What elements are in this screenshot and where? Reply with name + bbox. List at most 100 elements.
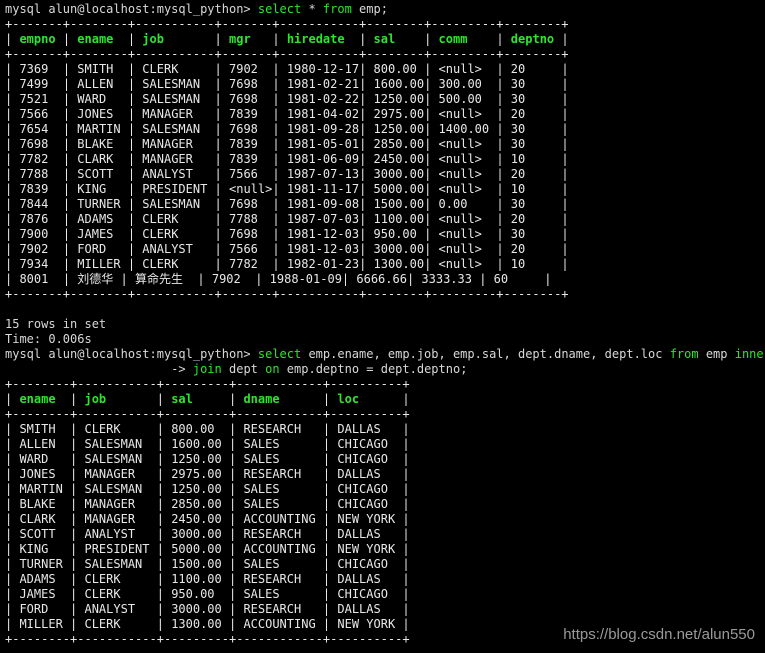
table-border: | xyxy=(5,572,20,586)
table-header-separator: +-------+--------+-----------+-------+--… xyxy=(5,47,765,62)
table-border: | xyxy=(127,107,143,121)
table-border: | xyxy=(70,497,85,511)
table-cell: 1982-01-23 xyxy=(286,257,360,271)
table-cell: KING xyxy=(77,182,128,196)
table-border: | xyxy=(402,572,410,586)
table-border: | xyxy=(70,467,85,481)
table-cell: SALESMAN xyxy=(84,452,157,466)
table-border: | xyxy=(496,152,511,166)
table-border: | xyxy=(127,182,143,196)
table-border: | xyxy=(272,182,287,196)
sql-text: emp.ename, emp.job, emp.sal, dept.dname,… xyxy=(301,347,670,361)
table-cell: 7788 xyxy=(229,212,273,226)
table-cell: SALESMAN xyxy=(142,92,215,106)
sql-text: emp.deptno = dept.deptno; xyxy=(279,362,468,376)
table-border: | xyxy=(496,137,511,151)
query-time: Time: 0.006s xyxy=(5,332,92,346)
table-border: | xyxy=(341,272,357,286)
table-cell: 10 xyxy=(510,152,562,166)
table-row: | 7499 | ALLEN | SALESMAN | 7698 | 1981-… xyxy=(5,77,765,92)
table-border: | xyxy=(402,452,410,466)
table-border: | xyxy=(496,227,511,241)
column-header: hiredate xyxy=(286,32,360,46)
table-border: | xyxy=(70,572,85,586)
table-border: | xyxy=(272,107,287,121)
table-border: | xyxy=(62,122,78,136)
table-border: | xyxy=(62,257,78,271)
table-cell: <null> xyxy=(438,137,497,151)
sql-text: * xyxy=(301,2,323,16)
table-border: | xyxy=(62,182,78,196)
table-cell: SCOTT xyxy=(19,527,71,541)
table-cell: 20 xyxy=(510,242,562,256)
table-cell: <null> xyxy=(438,62,497,76)
table-cell: 7902 xyxy=(229,62,273,76)
sql-keyword: join xyxy=(192,362,222,376)
table-border: | xyxy=(120,272,135,286)
table-cell: CHICAGO xyxy=(337,452,403,466)
table-border: | xyxy=(127,122,143,136)
sql-keyword: select xyxy=(257,347,302,361)
row-count: 15 rows in set xyxy=(5,317,107,331)
table-border: | xyxy=(5,557,20,571)
table-border: | xyxy=(62,77,78,91)
table-cell: CHICAGO xyxy=(337,437,403,451)
table-border: | xyxy=(322,452,338,466)
table-cell: 1250.00 xyxy=(373,122,425,136)
table-cell: DALLAS xyxy=(337,572,403,586)
table-border: | xyxy=(5,587,20,601)
table-cell: 1987-07-03 xyxy=(286,212,360,226)
table-cell: CLERK xyxy=(84,422,157,436)
column-header: empno xyxy=(19,32,63,46)
table-border: | xyxy=(156,587,172,601)
table-cell: 1981-06-09 xyxy=(286,152,360,166)
table-cell: 7698 xyxy=(19,137,63,151)
table-row: | ALLEN | SALESMAN | 1600.00 | SALES | C… xyxy=(5,437,765,452)
table-border: | xyxy=(214,107,229,121)
table-cell: JAMES xyxy=(19,587,71,601)
table-border: | xyxy=(228,557,244,571)
table-row: | 7934 | MILLER | CLERK | 7782 | 1982-01… xyxy=(5,257,765,272)
table-border: | xyxy=(322,467,338,481)
table-border: | xyxy=(127,257,143,271)
table-border: | xyxy=(359,182,374,196)
table-cell: 30 xyxy=(510,92,562,106)
table-border: | xyxy=(496,167,511,181)
table-border: | xyxy=(322,542,338,556)
table-border: | xyxy=(228,587,244,601)
table-cell: 1250.00 xyxy=(171,482,229,496)
table-border: | xyxy=(359,92,374,106)
table-cell: 300.00 xyxy=(438,77,497,91)
column-header: dname xyxy=(243,392,323,406)
table-border: | xyxy=(214,152,229,166)
table-cell: SALES xyxy=(243,587,323,601)
table-border: | xyxy=(156,617,172,631)
table-border: | xyxy=(228,497,244,511)
table-border: | xyxy=(561,167,569,181)
table-border: | xyxy=(5,122,20,136)
table-border: | xyxy=(322,557,338,571)
table-border: | xyxy=(70,557,85,571)
table-cell: 2975.00 xyxy=(171,467,229,481)
table-cell: 刘德华 xyxy=(77,272,121,286)
table-cell: 算命先生 xyxy=(134,272,198,286)
table-row: | 7698 | BLAKE | MANAGER | 7839 | 1981-0… xyxy=(5,137,765,152)
column-header: mgr xyxy=(229,32,273,46)
table-border: | xyxy=(359,242,374,256)
table-border: | xyxy=(359,227,374,241)
table-cell: <null> xyxy=(438,107,497,121)
table-border: | xyxy=(402,392,410,406)
table-border: | xyxy=(228,482,244,496)
table-row: | WARD | SALESMAN | 1250.00 | SALES | CH… xyxy=(5,452,765,467)
table-row: | BLAKE | MANAGER | 2850.00 | SALES | CH… xyxy=(5,497,765,512)
table-cell: JONES xyxy=(77,107,128,121)
table-row: | 7902 | FORD | ANALYST | 7566 | 1981-12… xyxy=(5,242,765,257)
table-border: | xyxy=(561,122,569,136)
table-row: | MARTIN | SALESMAN | 1250.00 | SALES | … xyxy=(5,482,765,497)
table-cell: SALES xyxy=(243,497,323,511)
table-cell: PRESIDENT xyxy=(84,542,157,556)
table-cell: 7521 xyxy=(19,92,63,106)
table-border: | xyxy=(62,242,78,256)
table-border: | xyxy=(70,452,85,466)
